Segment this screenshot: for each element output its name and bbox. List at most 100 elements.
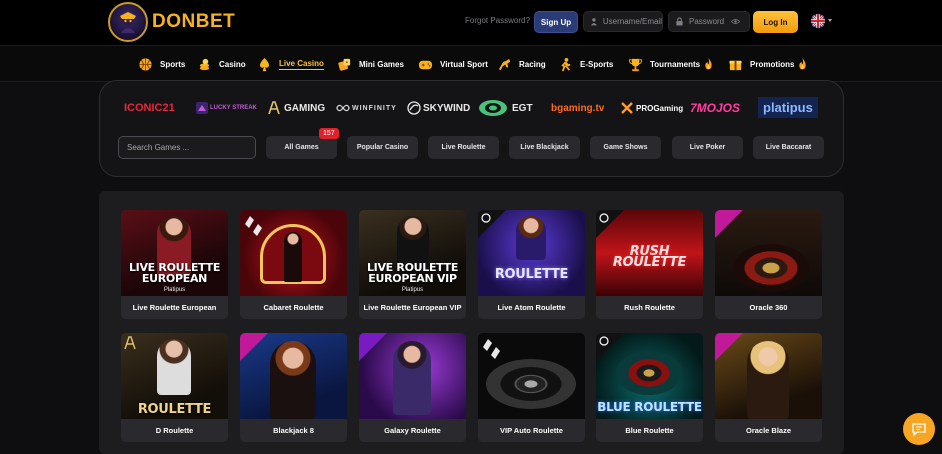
- category-popular-casino[interactable]: Popular Casino: [347, 136, 418, 159]
- provider-label: SKYWIND: [423, 102, 471, 114]
- password-field[interactable]: Password: [668, 11, 750, 32]
- category-live-poker[interactable]: Live Poker: [672, 136, 743, 159]
- game-name: Galaxy Roulette: [359, 419, 466, 442]
- 7mojos-badge-icon: [359, 333, 387, 361]
- nav-esports[interactable]: E-Sports: [557, 46, 613, 82]
- game-card[interactable]: ROULETTE Live Atom Roulette: [478, 210, 585, 319]
- game-thumbnail: [359, 333, 466, 419]
- thumbnail-title: BLUE ROULETTE: [597, 400, 702, 414]
- provider-sa-gaming[interactable]: GAMING: [266, 99, 325, 117]
- category-live-roulette[interactable]: Live Roulette: [428, 136, 499, 159]
- category-label: Live Poker: [689, 144, 726, 151]
- uk-flag-icon[interactable]: [811, 14, 825, 28]
- game-card[interactable]: Blackjack 8: [240, 333, 347, 442]
- nav-promotions[interactable]: Promotions: [727, 46, 807, 82]
- game-card[interactable]: Oracle Blaze: [715, 333, 822, 442]
- nav-mini-games[interactable]: Mini Games: [336, 46, 404, 82]
- game-thumbnail: BLUE ROULETTE: [596, 333, 703, 419]
- category-live-baccarat[interactable]: Live Baccarat: [753, 136, 824, 159]
- game-thumbnail: ROULETTE: [478, 210, 585, 296]
- nav-label: Casino: [219, 59, 246, 69]
- nav-label: Sports: [160, 59, 186, 69]
- brand-mascot-icon: [108, 2, 148, 42]
- dealer-figure: [516, 216, 546, 260]
- language-caret-icon[interactable]: [828, 19, 832, 22]
- game-card[interactable]: VIP Auto Roulette: [478, 333, 585, 442]
- nav-tournaments[interactable]: Tournaments: [627, 46, 713, 82]
- game-name: D Roulette: [121, 419, 228, 442]
- game-thumbnail: ROULETTE: [121, 333, 228, 419]
- game-card[interactable]: ROULETTE D Roulette: [121, 333, 228, 442]
- nav-live-casino[interactable]: Live Casino: [256, 46, 324, 82]
- category-label: Game Shows: [603, 144, 648, 151]
- thumbnail-title: RUSH ROULETTE: [612, 244, 687, 270]
- game-thumbnail: [240, 333, 347, 419]
- thumbnail-provider: Platipus: [163, 287, 186, 293]
- nav-label: Promotions: [750, 59, 795, 69]
- fire-icon: [705, 58, 712, 70]
- game-search-input[interactable]: Search Games ...: [118, 136, 256, 159]
- nav-sports[interactable]: Sports: [137, 46, 185, 82]
- brand-name: DONBET: [152, 11, 236, 32]
- thumbnail-title: ROULETTE: [137, 402, 212, 417]
- signup-button[interactable]: Sign Up: [534, 11, 578, 33]
- provider-progaming[interactable]: PROGaming: [620, 99, 683, 117]
- chat-bubble-icon[interactable]: [903, 413, 935, 445]
- provider-label: 7MOJOS: [690, 101, 741, 115]
- nav-label: Live Casino: [279, 58, 324, 70]
- provider-label: LUCKY STREAK: [210, 105, 257, 111]
- nav-racing[interactable]: Racing: [496, 46, 546, 82]
- category-all-games[interactable]: All Games: [266, 136, 337, 159]
- provider-label: PROGaming: [636, 103, 684, 113]
- sa-gaming-logo-icon: [268, 101, 280, 115]
- game-name: Rush Roulette: [596, 296, 703, 319]
- thumbnail-title: LIVE ROULETTE EUROPEAN VIP: [366, 261, 459, 285]
- horse-icon: [496, 56, 512, 72]
- dealer-figure: [393, 341, 431, 415]
- roulette-wheel: [616, 351, 682, 395]
- lucky-streak-badge-icon: [715, 210, 743, 238]
- username-field[interactable]: Username/Email: [583, 11, 663, 32]
- game-card[interactable]: Oracle 360: [715, 210, 822, 319]
- forgot-password-link[interactable]: Forgot Password?: [465, 16, 530, 25]
- provider-skywind[interactable]: SKYWIND: [407, 99, 470, 117]
- game-card[interactable]: Galaxy Roulette: [359, 333, 466, 442]
- game-card[interactable]: LIVE ROULETTE EUROPEAN VIP Platipus Live…: [359, 210, 466, 319]
- provider-egt[interactable]: EGT: [478, 99, 533, 117]
- provider-label: EGT: [512, 102, 533, 114]
- category-live-blackjack[interactable]: Live Blackjack: [509, 136, 580, 159]
- provider-platipus[interactable]: platipus: [758, 97, 818, 118]
- game-card[interactable]: Cabaret Roulette: [240, 210, 347, 319]
- category-game-shows[interactable]: Game Shows: [590, 136, 661, 159]
- category-label: Live Roulette: [441, 144, 486, 151]
- provider-winfinity[interactable]: WINFINITY: [336, 99, 397, 117]
- all-games-count-badge: 157: [319, 128, 339, 139]
- game-thumbnail: LIVE ROULETTE EUROPEAN Platipus: [121, 210, 228, 296]
- login-button[interactable]: Log In: [753, 11, 798, 33]
- egt-logo-icon: [479, 100, 507, 116]
- nav-label: Tournaments: [650, 59, 701, 69]
- provider-7mojos[interactable]: 7MOJOS: [690, 99, 740, 117]
- provider-bgaming[interactable]: bgaming.tv: [551, 99, 604, 117]
- nav-virtual-sport[interactable]: Virtual Sport: [417, 46, 488, 82]
- provider-label: ICONIC21: [124, 102, 175, 114]
- game-name: Oracle 360: [715, 296, 822, 319]
- provider-label: bgaming.tv: [551, 102, 605, 114]
- coins-icon: [196, 56, 212, 72]
- skywind-logo-icon: [407, 101, 421, 115]
- game-card[interactable]: LIVE ROULETTE EUROPEAN Platipus Live Rou…: [121, 210, 228, 319]
- provider-label: WINFINITY: [352, 104, 397, 112]
- dealer-figure: [284, 232, 302, 282]
- game-card[interactable]: BLUE ROULETTE Blue Roulette: [596, 333, 703, 442]
- game-thumbnail: LIVE ROULETTE EUROPEAN VIP Platipus: [359, 210, 466, 296]
- provider-label: GAMING: [284, 102, 326, 114]
- game-thumbnail: [715, 333, 822, 419]
- nav-casino[interactable]: Casino: [196, 46, 246, 82]
- provider-lucky-streak[interactable]: LUCKY STREAK: [196, 99, 257, 117]
- show-password-icon[interactable]: [731, 17, 740, 26]
- provider-iconic21[interactable]: ICONIC21: [124, 99, 175, 117]
- roulette-wheel: [486, 359, 576, 409]
- esports-icon: [557, 56, 573, 72]
- game-card[interactable]: RUSH ROULETTE Rush Roulette: [596, 210, 703, 319]
- brand-logo[interactable]: DONBET: [108, 2, 235, 42]
